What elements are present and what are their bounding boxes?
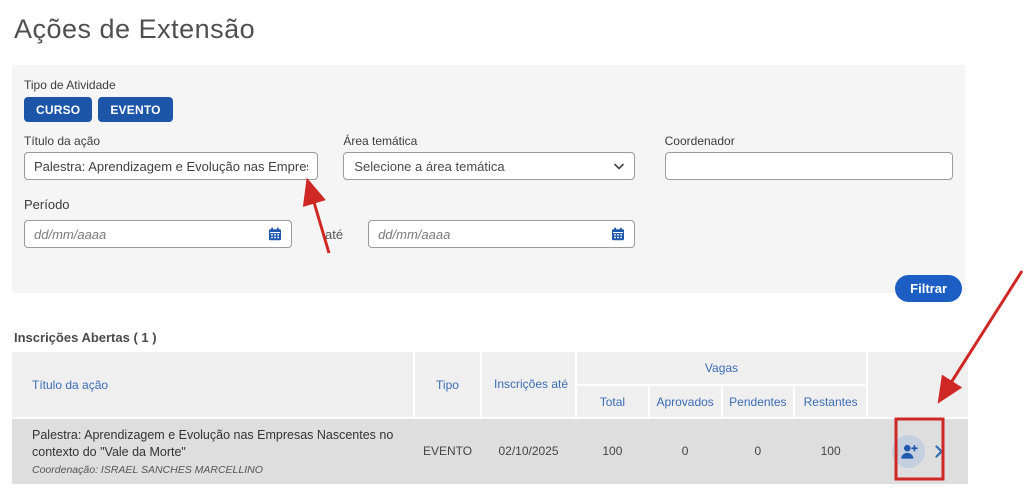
period-end-field — [368, 220, 635, 248]
period-label: Período — [24, 197, 953, 212]
thematic-area-select[interactable]: Selecione a área temática — [343, 152, 634, 180]
period-row: até — [24, 220, 953, 248]
period-start-input[interactable] — [34, 227, 268, 242]
filter-panel: Tipo de Atividade CURSO EVENTO Título da… — [12, 65, 965, 293]
action-title-input[interactable] — [24, 152, 318, 180]
row-pending-cell: 0 — [722, 418, 795, 484]
activity-type-label: Tipo de Atividade — [24, 78, 953, 92]
open-registrations-table: Título da ação Tipo Inscrições até Vagas… — [12, 352, 968, 484]
coordinator-field: Coordenador — [665, 134, 953, 180]
thematic-area-field: Área temática Selecione a área temática — [343, 134, 634, 180]
row-action-title: Palestra: Aprendizagem e Evolução nas Em… — [32, 427, 400, 461]
row-remaining-cell: 100 — [794, 418, 867, 484]
filter-fields-row: Título da ação Área temática Selecione a… — [24, 134, 953, 180]
column-header-pending: Pendentes — [722, 385, 795, 418]
filter-actions-row: Filtrar — [24, 275, 953, 302]
period-end-input[interactable] — [378, 227, 611, 242]
row-until-cell: 02/10/2025 — [481, 418, 576, 484]
row-actions-cell — [867, 418, 968, 484]
period-start-field — [24, 220, 292, 248]
chevron-right-icon[interactable] — [935, 445, 943, 458]
row-approved-cell: 0 — [649, 418, 722, 484]
coordinator-input[interactable] — [665, 152, 953, 180]
coordinator-label: Coordenador — [665, 134, 953, 148]
table-row[interactable]: Palestra: Aprendizagem e Evolução nas Em… — [12, 418, 968, 484]
person-add-icon — [900, 443, 918, 460]
column-header-title[interactable]: Título da ação — [12, 352, 414, 418]
column-header-approved: Aprovados — [649, 385, 722, 418]
action-title-field: Título da ação — [24, 134, 318, 180]
column-header-total: Total — [576, 385, 649, 418]
acoes-de-extensao-page: Ações de Extensão Tipo de Atividade CURS… — [0, 0, 1024, 492]
open-registrations-heading: Inscrições Abertas ( 1 ) — [14, 330, 157, 345]
calendar-icon[interactable] — [611, 227, 625, 241]
row-title-cell: Palestra: Aprendizagem e Evolução nas Em… — [12, 418, 414, 484]
filtrar-button[interactable]: Filtrar — [895, 275, 962, 302]
activity-type-buttons: CURSO EVENTO — [24, 97, 953, 122]
subscribe-button[interactable] — [892, 435, 925, 468]
thematic-area-label: Área temática — [343, 134, 634, 148]
until-label: até — [325, 227, 343, 242]
column-group-vagas: Vagas — [576, 352, 867, 385]
column-header-actions — [867, 352, 968, 418]
page-title: Ações de Extensão — [14, 14, 255, 45]
calendar-icon[interactable] — [268, 227, 282, 241]
row-total-cell: 100 — [576, 418, 649, 484]
column-header-remaining: Restantes — [794, 385, 867, 418]
evento-button[interactable]: EVENTO — [98, 97, 172, 122]
row-type-cell: EVENTO — [414, 418, 481, 484]
column-header-until: Inscrições até — [481, 352, 576, 418]
column-header-type: Tipo — [414, 352, 481, 418]
curso-button[interactable]: CURSO — [24, 97, 92, 122]
row-coordination: Coordenação: ISRAEL SANCHES MARCELLINO — [32, 464, 400, 476]
action-title-label: Título da ação — [24, 134, 318, 148]
thematic-area-selected-value: Selecione a área temática — [354, 159, 504, 174]
chevron-down-icon — [614, 163, 624, 170]
